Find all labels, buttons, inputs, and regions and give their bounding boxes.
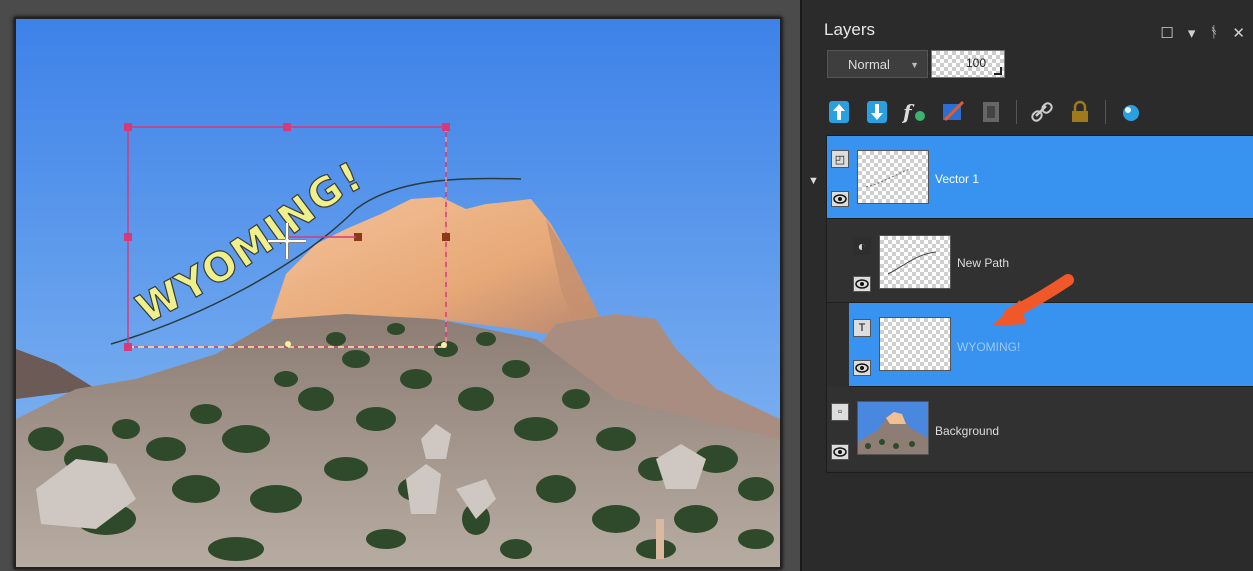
layer-row-background[interactable]: ▫ Background (827, 387, 1253, 471)
image-workspace: WYOMING! (0, 0, 800, 571)
blend-mode-select[interactable]: Normal ▼ (827, 50, 928, 78)
layer-thumbnail (857, 150, 929, 204)
path-layer-icon: ◐ (853, 237, 871, 255)
link-icon[interactable] (1029, 99, 1055, 125)
edit-selection-icon[interactable] (940, 99, 966, 125)
panel-titlebar: Layers ☐ ▾ ᚬ ✕ (814, 10, 1251, 46)
resize-grip-icon (994, 67, 1002, 75)
eye-icon[interactable] (853, 360, 871, 376)
opacity-slider[interactable]: 100 (931, 50, 1005, 78)
panel-menu-icon[interactable]: ▾ (1188, 24, 1196, 42)
panel-controls: ☐ ▾ ᚬ ✕ (1160, 24, 1245, 42)
mask-icon[interactable] (978, 99, 1004, 125)
svg-text:f: f (902, 100, 915, 124)
annotation-arrow-icon (992, 274, 1074, 326)
layer-name: New Path (957, 256, 1010, 270)
background-thumbnail (857, 401, 929, 455)
restore-icon[interactable]: ☐ (1160, 24, 1173, 42)
vector-layer-icon: ◰ (831, 150, 849, 168)
toolbar-divider (1016, 100, 1017, 124)
layer-styles-icon[interactable]: f (902, 99, 928, 125)
toolbar-divider (1105, 100, 1106, 124)
new-vector-layer-icon[interactable] (864, 99, 890, 125)
eye-icon[interactable] (831, 191, 849, 207)
layer-thumbnail (879, 235, 951, 289)
new-raster-layer-icon[interactable] (826, 99, 852, 125)
layer-thumbnail (879, 317, 951, 371)
text-layer-icon: T (853, 319, 871, 337)
close-icon[interactable]: ✕ (1232, 24, 1245, 42)
layer-name: WYOMING! (957, 340, 1021, 354)
lock-icon[interactable] (1067, 99, 1093, 125)
canvas-frame: WYOMING! (14, 17, 782, 569)
opacity-value: 100 (965, 56, 986, 70)
collapse-group-icon[interactable]: ▼ (808, 175, 819, 187)
chevron-down-icon: ▼ (910, 60, 919, 70)
pin-icon[interactable]: ᚬ (1209, 24, 1218, 42)
layer-name: Background (935, 424, 1000, 438)
layer-name: Vector 1 (935, 172, 980, 186)
signpost (656, 519, 664, 559)
blend-mode-value: Normal (848, 57, 890, 72)
eye-icon[interactable] (853, 276, 871, 292)
panel-title: Layers (824, 20, 876, 39)
raster-layer-icon: ▫ (831, 403, 849, 421)
eye-icon[interactable] (831, 444, 849, 460)
visibility-toggle-icon[interactable] (1118, 99, 1144, 125)
layer-toolbar: f (826, 92, 1236, 132)
layer-row-vector-1[interactable]: ◰ Vector 1 (827, 136, 1253, 219)
image-canvas[interactable]: WYOMING! (16, 19, 780, 567)
